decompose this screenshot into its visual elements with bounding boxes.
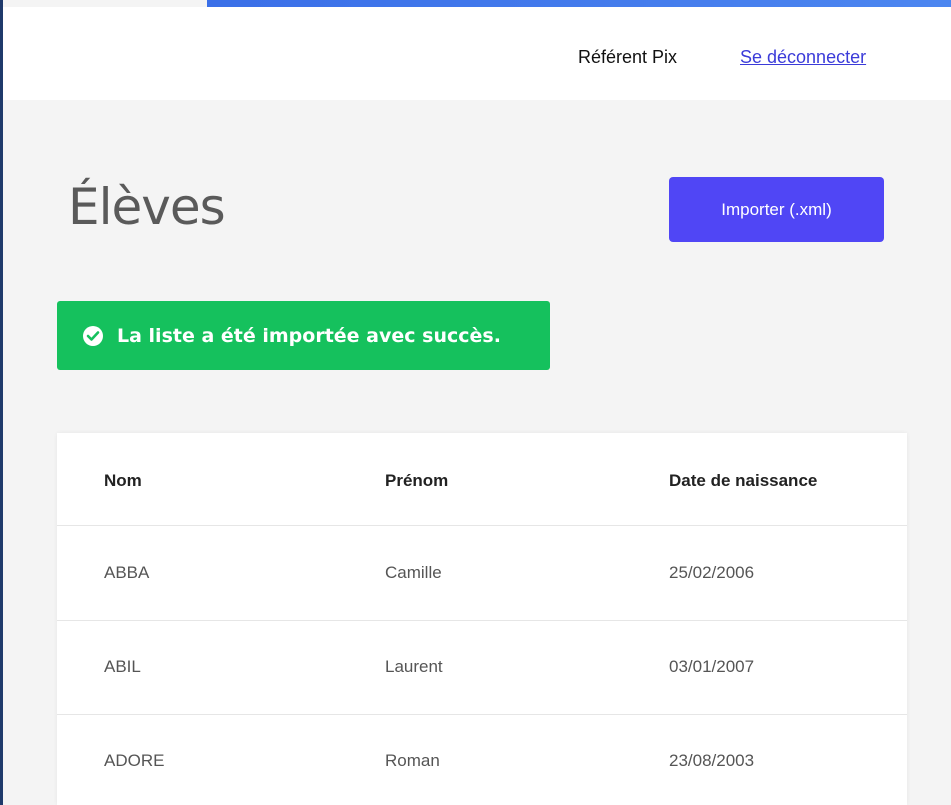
cell-date-naissance: 23/08/2003: [669, 751, 755, 770]
user-name: Référent Pix: [578, 47, 678, 67]
import-xml-button[interactable]: Importer (.xml): [669, 177, 884, 242]
top-accent-strip: [207, 0, 951, 7]
table-row[interactable]: ADORE Roman 23/08/2003: [57, 715, 907, 805]
cell-nom: ADORE: [104, 751, 165, 770]
top-bar: Référent Pix Se déconnecter: [3, 7, 951, 100]
table-row[interactable]: ABIL Laurent 03/01/2007: [57, 621, 907, 715]
cell-date-naissance: 25/02/2006: [669, 563, 755, 582]
cell-prenom: Camille: [385, 563, 442, 582]
page-title: Élèves: [68, 178, 226, 236]
cell-prenom: Laurent: [385, 657, 443, 676]
cell-nom: ABBA: [104, 563, 150, 582]
students-table: Nom Prénom Date de naissance ABBA Camill…: [57, 433, 907, 805]
success-message: La liste a été importée avec succès.: [117, 324, 501, 347]
success-alert: La liste a été importée avec succès.: [57, 301, 550, 370]
logout-link[interactable]: Se déconnecter: [740, 47, 866, 68]
cell-prenom: Roman: [385, 751, 440, 770]
table-header: Nom Prénom Date de naissance: [57, 433, 907, 526]
column-header-date-naissance[interactable]: Date de naissance: [669, 471, 817, 491]
cell-date-naissance: 03/01/2007: [669, 657, 755, 676]
cell-nom: ABIL: [104, 657, 141, 676]
check-circle-icon: [83, 325, 103, 346]
table-row[interactable]: ABBA Camille 25/02/2006: [57, 527, 907, 621]
column-header-nom[interactable]: Nom: [104, 471, 142, 491]
column-header-prenom[interactable]: Prénom: [385, 471, 448, 491]
window-left-edge: [0, 0, 3, 805]
